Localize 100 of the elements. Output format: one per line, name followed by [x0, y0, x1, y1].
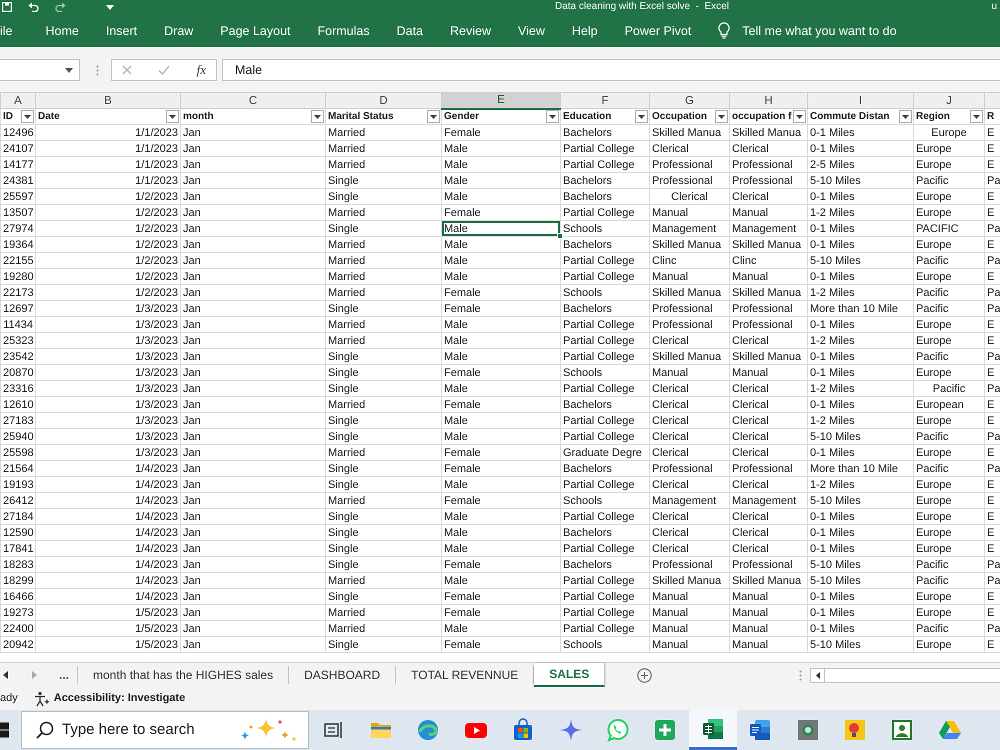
account-name[interactable]: u	[991, 0, 997, 14]
caret-icon[interactable]	[973, 114, 980, 118]
table-cell: 12496	[0, 124, 36, 140]
ribbon-tab[interactable]: View	[518, 22, 545, 40]
sheet-tab[interactable]: month that has the HIGHES sales	[78, 666, 290, 684]
caret-icon[interactable]	[796, 114, 803, 118]
table-cell: Married	[326, 396, 442, 412]
filter-button[interactable]	[793, 110, 806, 123]
scroll-left-icon[interactable]	[3, 671, 8, 679]
insert-function-button[interactable]: fx	[196, 60, 206, 80]
table-cell: Single	[326, 476, 442, 492]
table-cell: Manual	[650, 204, 730, 220]
caret-icon[interactable]	[24, 114, 31, 118]
start-menu-icon[interactable]	[0, 722, 9, 738]
table-cell: 26412	[0, 492, 36, 508]
table-cell: Partial College	[560, 140, 650, 156]
column-letter[interactable]: G	[650, 92, 730, 108]
ribbon-tab[interactable]: Draw	[164, 22, 194, 40]
table-cell: Jan	[180, 556, 326, 572]
caret-icon[interactable]	[169, 114, 176, 118]
filter-button[interactable]	[899, 110, 912, 123]
table-cell: 12697	[0, 300, 36, 316]
triangle-icon[interactable]	[938, 718, 962, 742]
lightbulb-tile-icon[interactable]	[842, 718, 867, 742]
filter-button[interactable]	[715, 110, 728, 123]
formula-input[interactable]: Male	[222, 59, 1000, 81]
table-cell: Clerical	[650, 380, 730, 396]
ribbon-tab[interactable]: Power Pivot	[624, 22, 692, 40]
table-cell: Europe	[914, 476, 984, 492]
caret-icon[interactable]	[902, 114, 909, 118]
column-letter[interactable]: E	[442, 92, 560, 108]
ribbon-tab[interactable]: Insert	[106, 22, 138, 40]
column-letter[interactable]: F	[560, 92, 650, 108]
caret-icon[interactable]	[106, 4, 114, 10]
filter-button[interactable]	[166, 110, 179, 123]
table-cell: 5-10 Miles	[808, 428, 914, 444]
column-letter[interactable]: I	[808, 92, 914, 108]
caret-icon[interactable]	[549, 114, 556, 119]
caret-icon[interactable]	[718, 114, 725, 118]
filter-button[interactable]	[311, 110, 324, 123]
sheet-tab[interactable]: DASHBOARD	[289, 666, 396, 684]
caret-icon[interactable]	[430, 114, 437, 118]
checkmark-icon[interactable]	[158, 65, 170, 75]
table-cell: Clerical	[730, 140, 808, 156]
table-cell: Graduate Degre	[560, 444, 650, 460]
filter-button[interactable]	[635, 110, 648, 123]
table-cell: Europe	[914, 540, 984, 556]
table-cell: Jan	[180, 140, 326, 156]
table-cell: 0-1 Miles	[808, 524, 914, 540]
table-cell: Bachelors	[560, 396, 650, 412]
document-icon[interactable]	[748, 718, 772, 742]
ribbon-tab[interactable]: Help	[572, 22, 598, 40]
table-cell: 20942	[0, 636, 36, 652]
grip-dots-icon[interactable]	[96, 64, 99, 76]
caret-icon[interactable]	[638, 114, 645, 118]
grip-dots-icon[interactable]	[799, 670, 802, 680]
save-icon[interactable]	[2, 2, 12, 12]
horizontal-scrollbar[interactable]	[810, 668, 1000, 682]
column-letter[interactable]: B	[36, 92, 180, 108]
ribbon-tab[interactable]: Data	[396, 22, 423, 40]
column-letter[interactable]: C	[180, 92, 326, 108]
dropdown-caret-icon[interactable]	[65, 68, 73, 72]
accessibility-status[interactable]: Accessibility: Investigate	[54, 690, 186, 707]
spreadsheet-icon[interactable]	[700, 716, 725, 740]
table-cell: Married	[326, 332, 442, 348]
swirl-icon[interactable]	[416, 718, 440, 742]
taskbar-app[interactable]	[689, 710, 737, 750]
scroll-left-icon[interactable]	[816, 672, 820, 678]
undo-icon[interactable]	[28, 2, 39, 12]
ribbon-tab[interactable]: ile	[0, 22, 13, 40]
column-letter[interactable]: A	[0, 92, 36, 108]
column-letter[interactable]: J	[914, 92, 984, 108]
ribbon-tab[interactable]: Formulas	[318, 22, 370, 40]
table-cell: Skilled Manua	[650, 348, 730, 364]
filter-button[interactable]	[970, 110, 983, 123]
framed-picture-icon[interactable]	[890, 718, 914, 742]
table-cell: Bachelors	[560, 460, 650, 476]
search-input[interactable]: Type here to search	[62, 718, 232, 742]
filter-button[interactable]	[21, 110, 34, 123]
column-letter[interactable]: D	[326, 92, 442, 108]
filter-button[interactable]	[546, 110, 559, 124]
ribbon-tab[interactable]: Home	[46, 22, 79, 40]
table-cell: 1-2 Miles	[808, 332, 914, 348]
ribbon-tab[interactable]: Review	[450, 22, 491, 40]
search-bar[interactable]: Type here to search	[21, 711, 309, 749]
tell-me-search[interactable]: Tell me what you want to do	[742, 22, 897, 40]
lightbulb-icon	[718, 22, 730, 39]
redo-icon[interactable]	[55, 2, 66, 12]
caret-icon[interactable]	[314, 114, 321, 118]
fill-handle[interactable]	[557, 233, 563, 239]
column-letter[interactable]: H	[730, 92, 808, 108]
plus-tile-icon[interactable]	[653, 718, 678, 742]
ribbon-tab[interactable]: Page Layout	[220, 22, 290, 40]
more-sheets-button[interactable]: ...	[51, 666, 78, 684]
sparkle-icon[interactable]	[558, 718, 583, 742]
sheet-tab[interactable]: SALES	[534, 663, 606, 687]
add-sheet-icon[interactable]	[637, 668, 652, 682]
emblem-tile-icon[interactable]	[796, 718, 820, 742]
accessibility-icon[interactable]	[34, 690, 50, 706]
filter-button[interactable]	[427, 110, 440, 123]
